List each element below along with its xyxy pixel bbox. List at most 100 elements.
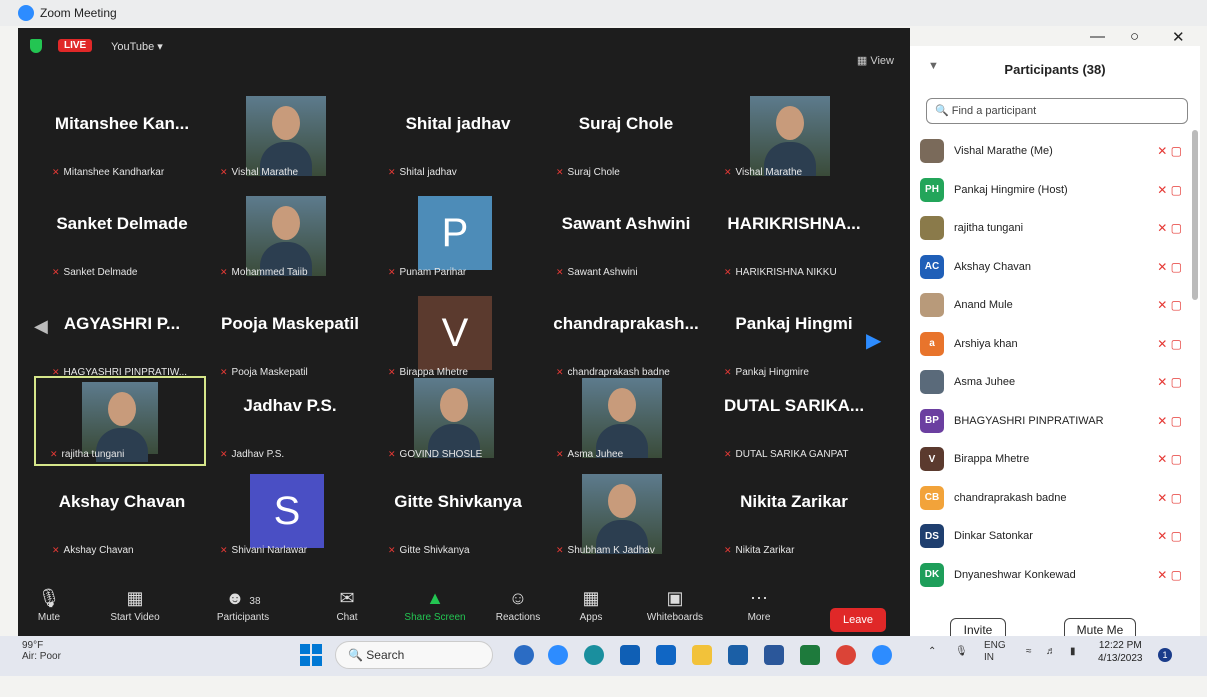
video-tile[interactable]: Pankaj Hingmi Pankaj Hingmire [710,296,878,382]
taskbar-search[interactable]: 🔍 Search [335,641,493,669]
video-tile[interactable]: GOVIND SHOSLE [374,378,542,464]
start-video-button[interactable]: ▦ Start Video [90,588,180,623]
close-icon[interactable]: ✕ [1172,28,1185,46]
video-tile[interactable]: Suraj Chole Suraj Chole [542,96,710,182]
tile-name-label: Sanket Delmade [52,267,138,278]
tile-avatar: P [418,196,492,270]
participant-row[interactable]: DK Dnyaneshwar Konkewad ✕ ▢ [920,556,1188,595]
video-tile[interactable]: Pooja Maskepatil Pooja Maskepatil [206,296,374,382]
participant-row[interactable]: DS Dinkar Satonkar ✕ ▢ [920,517,1188,556]
video-tile[interactable]: AGYASHRI P...HAGYASHRI PINPRATIW... [38,296,206,382]
tile-display-name: chandraprakash... [553,314,699,333]
participant-photo [582,378,662,458]
apps-button[interactable]: ▦ Apps [546,588,636,623]
participants-button[interactable]: ☻ 38 Participants [198,588,288,623]
video-tile[interactable]: Mohammed Taiib [206,196,374,282]
participant-avatar: V [920,447,944,472]
participant-search-input[interactable]: 🔍 Find a participant [926,98,1188,124]
participant-name: Vishal Marathe (Me) [954,145,1053,158]
mute-label: Mute [37,612,61,623]
video-tile[interactable]: Sawant Ashwini Sawant Ashwini [542,196,710,282]
participant-row[interactable]: rajitha tungani ✕ ▢ [920,209,1188,248]
chat-button[interactable]: ✉ Chat [302,588,392,623]
whiteboards-button[interactable]: ▣ Whiteboards [630,588,720,623]
muted-mic-video-off-icon: ✕ ▢ [1157,452,1182,466]
video-tile[interactable]: Asma Juhee [542,378,710,464]
video-tile[interactable]: HARIKRISHNA... HARIKRISHNA NIKKU [710,196,878,282]
share-screen-button[interactable]: ▲ Share Screen [390,588,480,623]
participant-row[interactable]: V Birappa Mhetre ✕ ▢ [920,440,1188,479]
previous-page-icon[interactable]: ◀ [34,316,48,337]
weather-widget[interactable]: 99°F Air: Poor [22,640,61,662]
tile-display-name: Mitanshee Kan... [54,114,190,133]
tile-name-label: Pooja Maskepatil [220,367,308,378]
tile-name-label: Shivani Narlawar [220,545,308,556]
video-tile[interactable]: VBirappa Mhetre [374,296,542,382]
video-tile[interactable]: PPunam Parihar [374,196,542,282]
live-badge[interactable]: LIVE [58,39,93,52]
battery-icon[interactable]: ▮ [1070,646,1076,657]
participant-name: Pankaj Hingmire (Host) [954,183,1068,196]
participant-row[interactable]: AC Akshay Chavan ✕ ▢ [920,248,1188,287]
participant-row[interactable]: Asma Juhee ✕ ▢ [920,363,1188,402]
zoom-taskbar-icon[interactable] [548,645,568,665]
participant-row[interactable]: PH Pankaj Hingmire (Host) ✕ ▢ [920,171,1188,210]
video-tile[interactable]: Nikita Zarikar Nikita Zarikar [710,474,878,560]
chrome-icon[interactable] [836,645,856,665]
video-tile[interactable]: Shital jadhav Shital jadhav [374,96,542,182]
video-tile[interactable]: Shubham K Jadhav [542,474,710,560]
security-shield-icon[interactable] [30,39,42,53]
file-explorer-icon[interactable] [692,645,712,665]
tile-name-label: Shubham K Jadhav [556,545,655,556]
lens-app-icon[interactable] [728,645,748,665]
video-tile[interactable]: Sanket Delmade Sanket Delmade [38,196,206,282]
app-icon[interactable] [800,645,820,665]
video-tile[interactable]: DUTAL SARIKA... DUTAL SARIKA GANPAT [710,378,878,464]
mail-icon[interactable] [656,645,676,665]
notification-badge[interactable]: 1 [1158,648,1172,662]
zoom-app-icon[interactable] [872,645,892,665]
tile-name-label: Pankaj Hingmire [724,367,809,378]
restore-icon[interactable]: ○ [1130,28,1139,45]
video-tile[interactable]: Vishal Marathe [206,96,374,182]
video-tile[interactable]: Mitanshee Kan... Mitanshee Kandharkar [38,96,206,182]
participant-row[interactable]: BP BHAGYASHRI PINPRATIWAR ✕ ▢ [920,402,1188,441]
next-page-icon[interactable]: ▶ [866,328,881,353]
windows-start-icon[interactable] [300,644,322,666]
language-indicator[interactable]: ENG IN [984,640,1006,664]
video-tile[interactable]: Vishal Marathe [710,96,878,182]
video-tile[interactable]: Gitte Shivkanya Gitte Shivkanya [374,474,542,560]
tile-name-label: HARIKRISHNA NIKKU [724,267,837,278]
store-icon[interactable] [620,645,640,665]
edge-browser-icon[interactable] [584,645,604,665]
widgets-icon[interactable] [514,645,534,665]
more-button[interactable]: ⋯ More [714,588,804,623]
participant-row[interactable]: Anand Mule ✕ ▢ [920,286,1188,325]
participant-row[interactable]: a Arshiya khan ✕ ▢ [920,325,1188,364]
minimize-icon[interactable]: — [1090,28,1105,45]
leave-button[interactable]: Leave [830,608,886,632]
participants-label: Participants [216,612,270,623]
mute-button[interactable]: 🎙 Mute [4,588,94,623]
video-tile[interactable]: SShivani Narlawar [206,474,374,560]
wifi-icon[interactable]: ≈ [1026,646,1032,657]
tile-display-name: Pankaj Hingmi [735,314,853,333]
tray-mic-icon[interactable]: 🎙 [955,646,968,657]
panel-scrollbar[interactable] [1192,130,1198,300]
video-tile[interactable]: chandraprakash... chandraprakash badne [542,296,710,382]
view-button[interactable]: ▦ View [857,54,894,67]
participant-row[interactable]: CB chandraprakash badne ✕ ▢ [920,479,1188,518]
show-hidden-icons-icon[interactable]: ⌃ [928,646,936,657]
video-tile[interactable]: rajitha tungani [34,376,206,466]
apps-label: Apps [579,612,603,623]
participant-row[interactable]: Vishal Marathe (Me) ✕ ▢ [920,132,1188,171]
tile-name-label: Vishal Marathe [220,167,299,178]
taskbar-clock[interactable]: 12:22 PM 4/13/2023 [1098,639,1143,665]
live-platform[interactable]: YouTube ▾ [111,40,163,53]
volume-icon[interactable]: ♬ [1046,646,1056,657]
video-tile[interactable]: Jadhav P.S. Jadhav P.S. [206,378,374,464]
word-icon[interactable] [764,645,784,665]
tile-name-label: Asma Juhee [556,449,624,460]
video-tile[interactable]: Akshay Chavan Akshay Chavan [38,474,206,560]
tile-avatar: S [250,474,324,548]
